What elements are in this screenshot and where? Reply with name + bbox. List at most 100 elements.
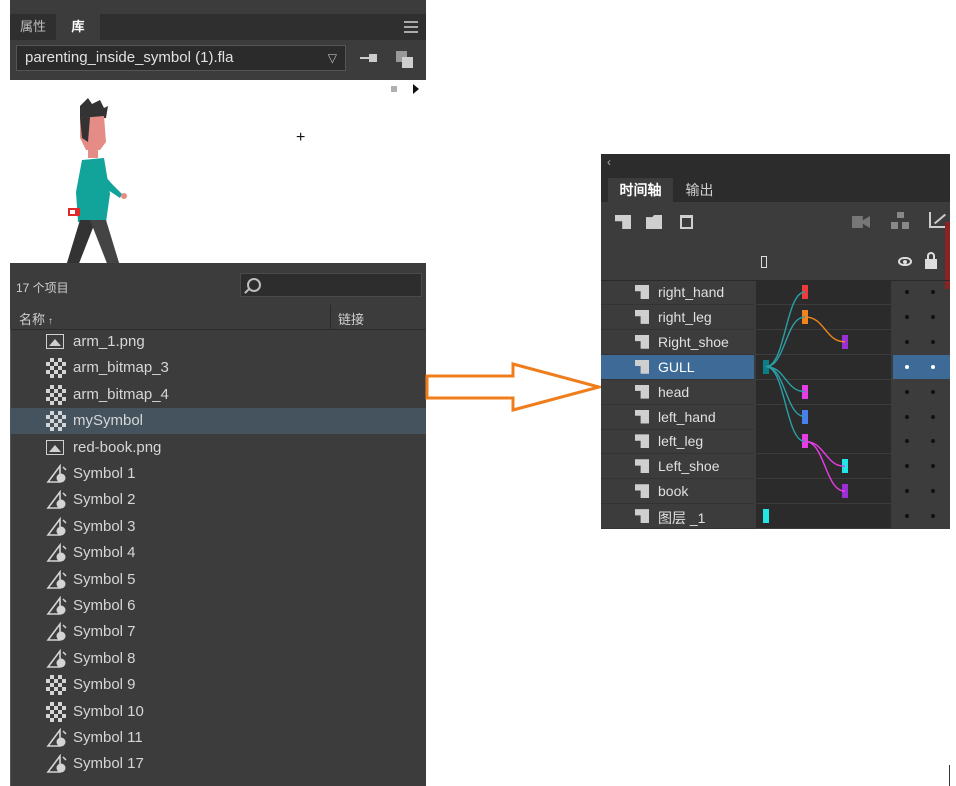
layer-row[interactable]: right_hand xyxy=(601,280,950,305)
layer-name-cell[interactable]: Left_shoe xyxy=(601,454,754,480)
lock-dot[interactable] xyxy=(931,314,935,319)
layer-frames[interactable] xyxy=(756,329,891,354)
lock-dot[interactable] xyxy=(931,439,935,444)
new-folder-icon[interactable] xyxy=(646,215,662,229)
layer-frames[interactable] xyxy=(756,479,891,504)
layer-name-cell[interactable]: right_hand xyxy=(601,280,754,305)
tab-library[interactable]: 库 xyxy=(56,14,100,40)
collapse-icon[interactable]: ‹ xyxy=(607,155,611,169)
layer-row[interactable]: right_leg xyxy=(601,304,950,330)
library-item[interactable]: Symbol 17 xyxy=(11,751,426,777)
keyframe[interactable] xyxy=(763,509,769,524)
visibility-dot[interactable] xyxy=(905,489,909,494)
library-item[interactable]: arm_bitmap_4 xyxy=(11,382,426,408)
library-item[interactable]: arm_bitmap_3 xyxy=(11,355,426,381)
lock-dot[interactable] xyxy=(931,489,935,494)
keyframe[interactable] xyxy=(802,434,808,449)
keyframe[interactable] xyxy=(842,459,848,474)
layer-frames[interactable] xyxy=(756,354,891,379)
layer-row[interactable]: Right_shoe xyxy=(601,329,950,355)
layer-name-cell[interactable]: 图层 _1 xyxy=(601,504,754,529)
library-item[interactable]: Symbol 1 xyxy=(11,461,426,487)
visibility-dot[interactable] xyxy=(905,514,909,519)
lock-dot[interactable] xyxy=(931,364,935,369)
keyframe[interactable] xyxy=(802,309,808,324)
graph-icon[interactable] xyxy=(929,212,945,228)
visibility-dot[interactable] xyxy=(905,314,909,319)
play-icon[interactable] xyxy=(413,84,419,94)
layer-row[interactable]: left_leg xyxy=(601,429,950,455)
layer-frames[interactable] xyxy=(756,454,891,479)
layer-parenting-icon[interactable] xyxy=(891,212,909,230)
library-item[interactable]: Symbol 11 xyxy=(11,725,426,751)
keyframe[interactable] xyxy=(842,484,848,499)
library-item[interactable]: Symbol 10 xyxy=(11,699,426,725)
layer-name-cell[interactable]: Right_shoe xyxy=(601,330,754,355)
keyframe[interactable] xyxy=(763,359,769,374)
tab-output[interactable]: 输出 xyxy=(677,178,722,202)
lock-dot[interactable] xyxy=(931,290,935,294)
layer-frames[interactable] xyxy=(756,379,891,404)
trash-icon[interactable] xyxy=(680,215,693,229)
visibility-dot[interactable] xyxy=(905,389,909,394)
library-item[interactable]: Symbol 6 xyxy=(11,593,426,619)
library-item[interactable]: red-book.png xyxy=(11,435,426,461)
new-layer-icon[interactable] xyxy=(615,215,631,229)
library-item[interactable]: Symbol 7 xyxy=(11,619,426,645)
library-item[interactable]: Symbol 9 xyxy=(11,672,426,698)
new-library-panel-icon[interactable] xyxy=(396,51,414,69)
camera-icon[interactable] xyxy=(852,216,870,228)
keyframe[interactable] xyxy=(802,285,808,299)
library-item[interactable]: Symbol 2 xyxy=(11,487,426,513)
library-item[interactable]: mySymbol xyxy=(11,408,426,435)
visibility-dot[interactable] xyxy=(905,290,909,294)
keyframe[interactable] xyxy=(842,334,848,349)
keyframe[interactable] xyxy=(802,384,808,399)
layer-frames[interactable] xyxy=(756,404,891,429)
column-name[interactable]: 名称 ↑ xyxy=(19,309,53,328)
tab-timeline[interactable]: 时间轴 xyxy=(608,178,673,202)
layer-row[interactable]: GULL xyxy=(601,354,950,380)
layer-row[interactable]: Left_shoe xyxy=(601,454,950,480)
column-divider[interactable] xyxy=(330,305,331,329)
library-item[interactable]: Symbol 5 xyxy=(11,567,426,593)
library-item[interactable]: Symbol 4 xyxy=(11,540,426,566)
layer-row[interactable]: left_hand xyxy=(601,404,950,430)
lock-dot[interactable] xyxy=(931,464,935,469)
library-item[interactable]: Symbol 3 xyxy=(11,514,426,540)
pin-icon[interactable] xyxy=(360,54,378,62)
stop-icon[interactable] xyxy=(391,86,397,92)
library-item[interactable]: arm_1.png xyxy=(11,329,426,355)
lock-dot[interactable] xyxy=(931,389,935,394)
visibility-dot[interactable] xyxy=(905,414,909,419)
layer-name-cell[interactable]: book xyxy=(601,479,754,505)
layer-name-cell[interactable]: head xyxy=(601,380,754,405)
layer-frames[interactable] xyxy=(756,504,891,529)
playhead-icon[interactable] xyxy=(761,256,767,268)
library-item[interactable]: Symbol 8 xyxy=(11,646,426,672)
lock-dot[interactable] xyxy=(931,414,935,419)
layer-frames[interactable] xyxy=(756,429,891,454)
visibility-dot[interactable] xyxy=(905,364,909,369)
lock-dot[interactable] xyxy=(931,339,935,344)
visibility-dot[interactable] xyxy=(905,439,909,444)
tab-properties[interactable]: 属性 xyxy=(10,14,56,40)
visibility-dot[interactable] xyxy=(905,339,909,344)
lock-dot[interactable] xyxy=(931,514,935,519)
visibility-dot[interactable] xyxy=(905,464,909,469)
layer-row[interactable]: 图层 _1 xyxy=(601,504,950,529)
layer-name-cell[interactable]: right_leg xyxy=(601,305,754,330)
layer-frames[interactable] xyxy=(756,304,891,329)
layer-frames[interactable] xyxy=(756,280,891,304)
layer-row[interactable]: book xyxy=(601,479,950,505)
lock-icon[interactable] xyxy=(925,252,937,269)
eye-icon[interactable] xyxy=(898,257,912,266)
library-search-input[interactable] xyxy=(240,273,422,297)
layer-name-cell[interactable]: left_leg xyxy=(601,429,754,455)
layer-name-cell[interactable]: GULL xyxy=(601,354,754,380)
panel-menu-icon[interactable] xyxy=(404,21,418,33)
layer-name-cell[interactable]: left_hand xyxy=(601,405,754,430)
keyframe[interactable] xyxy=(802,409,808,424)
document-select[interactable]: parenting_inside_symbol (1).fla ▽ xyxy=(16,45,346,71)
layer-row[interactable]: head xyxy=(601,379,950,405)
